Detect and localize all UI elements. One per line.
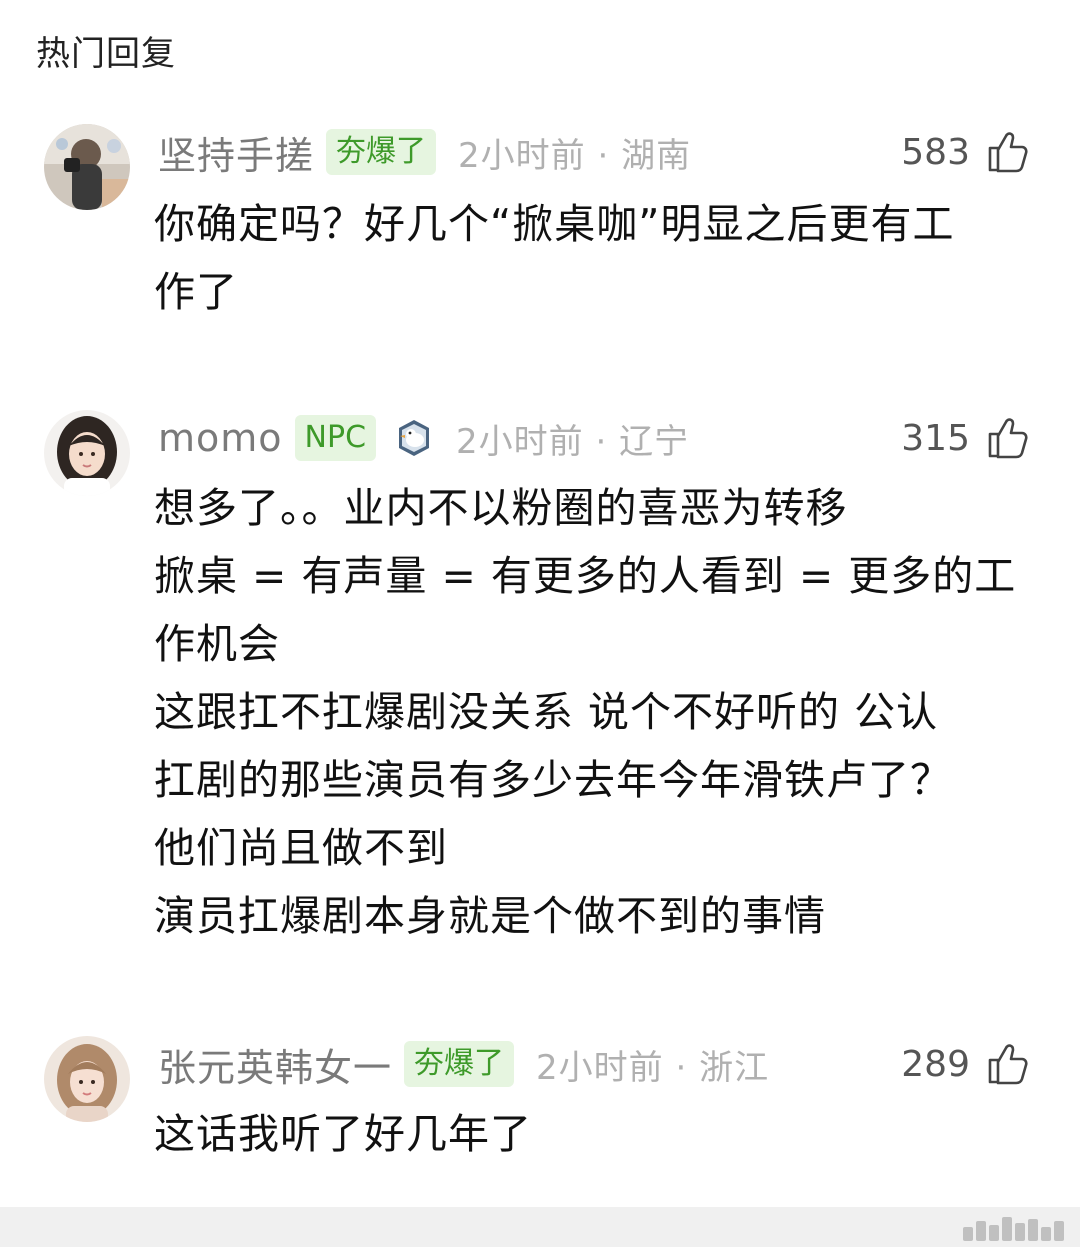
like-button[interactable]: 315 [901,410,1032,466]
bottom-bar [0,1207,1080,1247]
thumbs-up-icon [988,132,1028,173]
username[interactable]: momo [158,416,283,460]
like-button[interactable]: 583 [901,124,1032,180]
avatar[interactable] [44,124,130,210]
comment-text: 这话我听了好几年了 [154,1110,532,1158]
like-button[interactable]: 289 [901,1036,1032,1092]
thumbs-up-icon [988,418,1028,459]
timestamp-location: 2小时前 · 湖南 [458,135,692,176]
section-title: 热门回复 [36,34,176,74]
comment-meta: 坚持手搓 夯爆了 2小时前 · 湖南 [158,124,691,180]
comment-meta: 张元英韩女一 夯爆了 2小时前 · 浙江 [158,1036,769,1092]
like-count: 583 [901,131,970,173]
watermark-bars [963,1217,1064,1241]
comment-text: 你确定吗？好几个“掀桌咖”明显之后更有工 作了 [154,200,955,316]
fan-badge-icon [399,420,430,456]
comment-meta: momo NPC 2小时前 · 辽宁 [158,410,689,466]
timestamp-location: 2小时前 · 浙江 [536,1047,770,1088]
user-badge: NPC [294,415,377,461]
comment-text: 想多了。。业内不以粉圈的喜恶为转移 掀桌 = 有声量 = 有更多的人看到 = 更… [154,484,1017,940]
avatar[interactable] [44,410,130,496]
timestamp-location: 2小时前 · 辽宁 [456,421,690,462]
avatar[interactable] [44,1036,130,1122]
thumbs-up-icon [988,1044,1028,1085]
user-badge: 夯爆了 [404,1041,515,1087]
username[interactable]: 坚持手搓 [158,125,314,180]
like-count: 289 [901,1043,970,1085]
user-badge: 夯爆了 [326,129,437,175]
username[interactable]: 张元英韩女一 [158,1037,392,1092]
like-count: 315 [901,417,970,459]
